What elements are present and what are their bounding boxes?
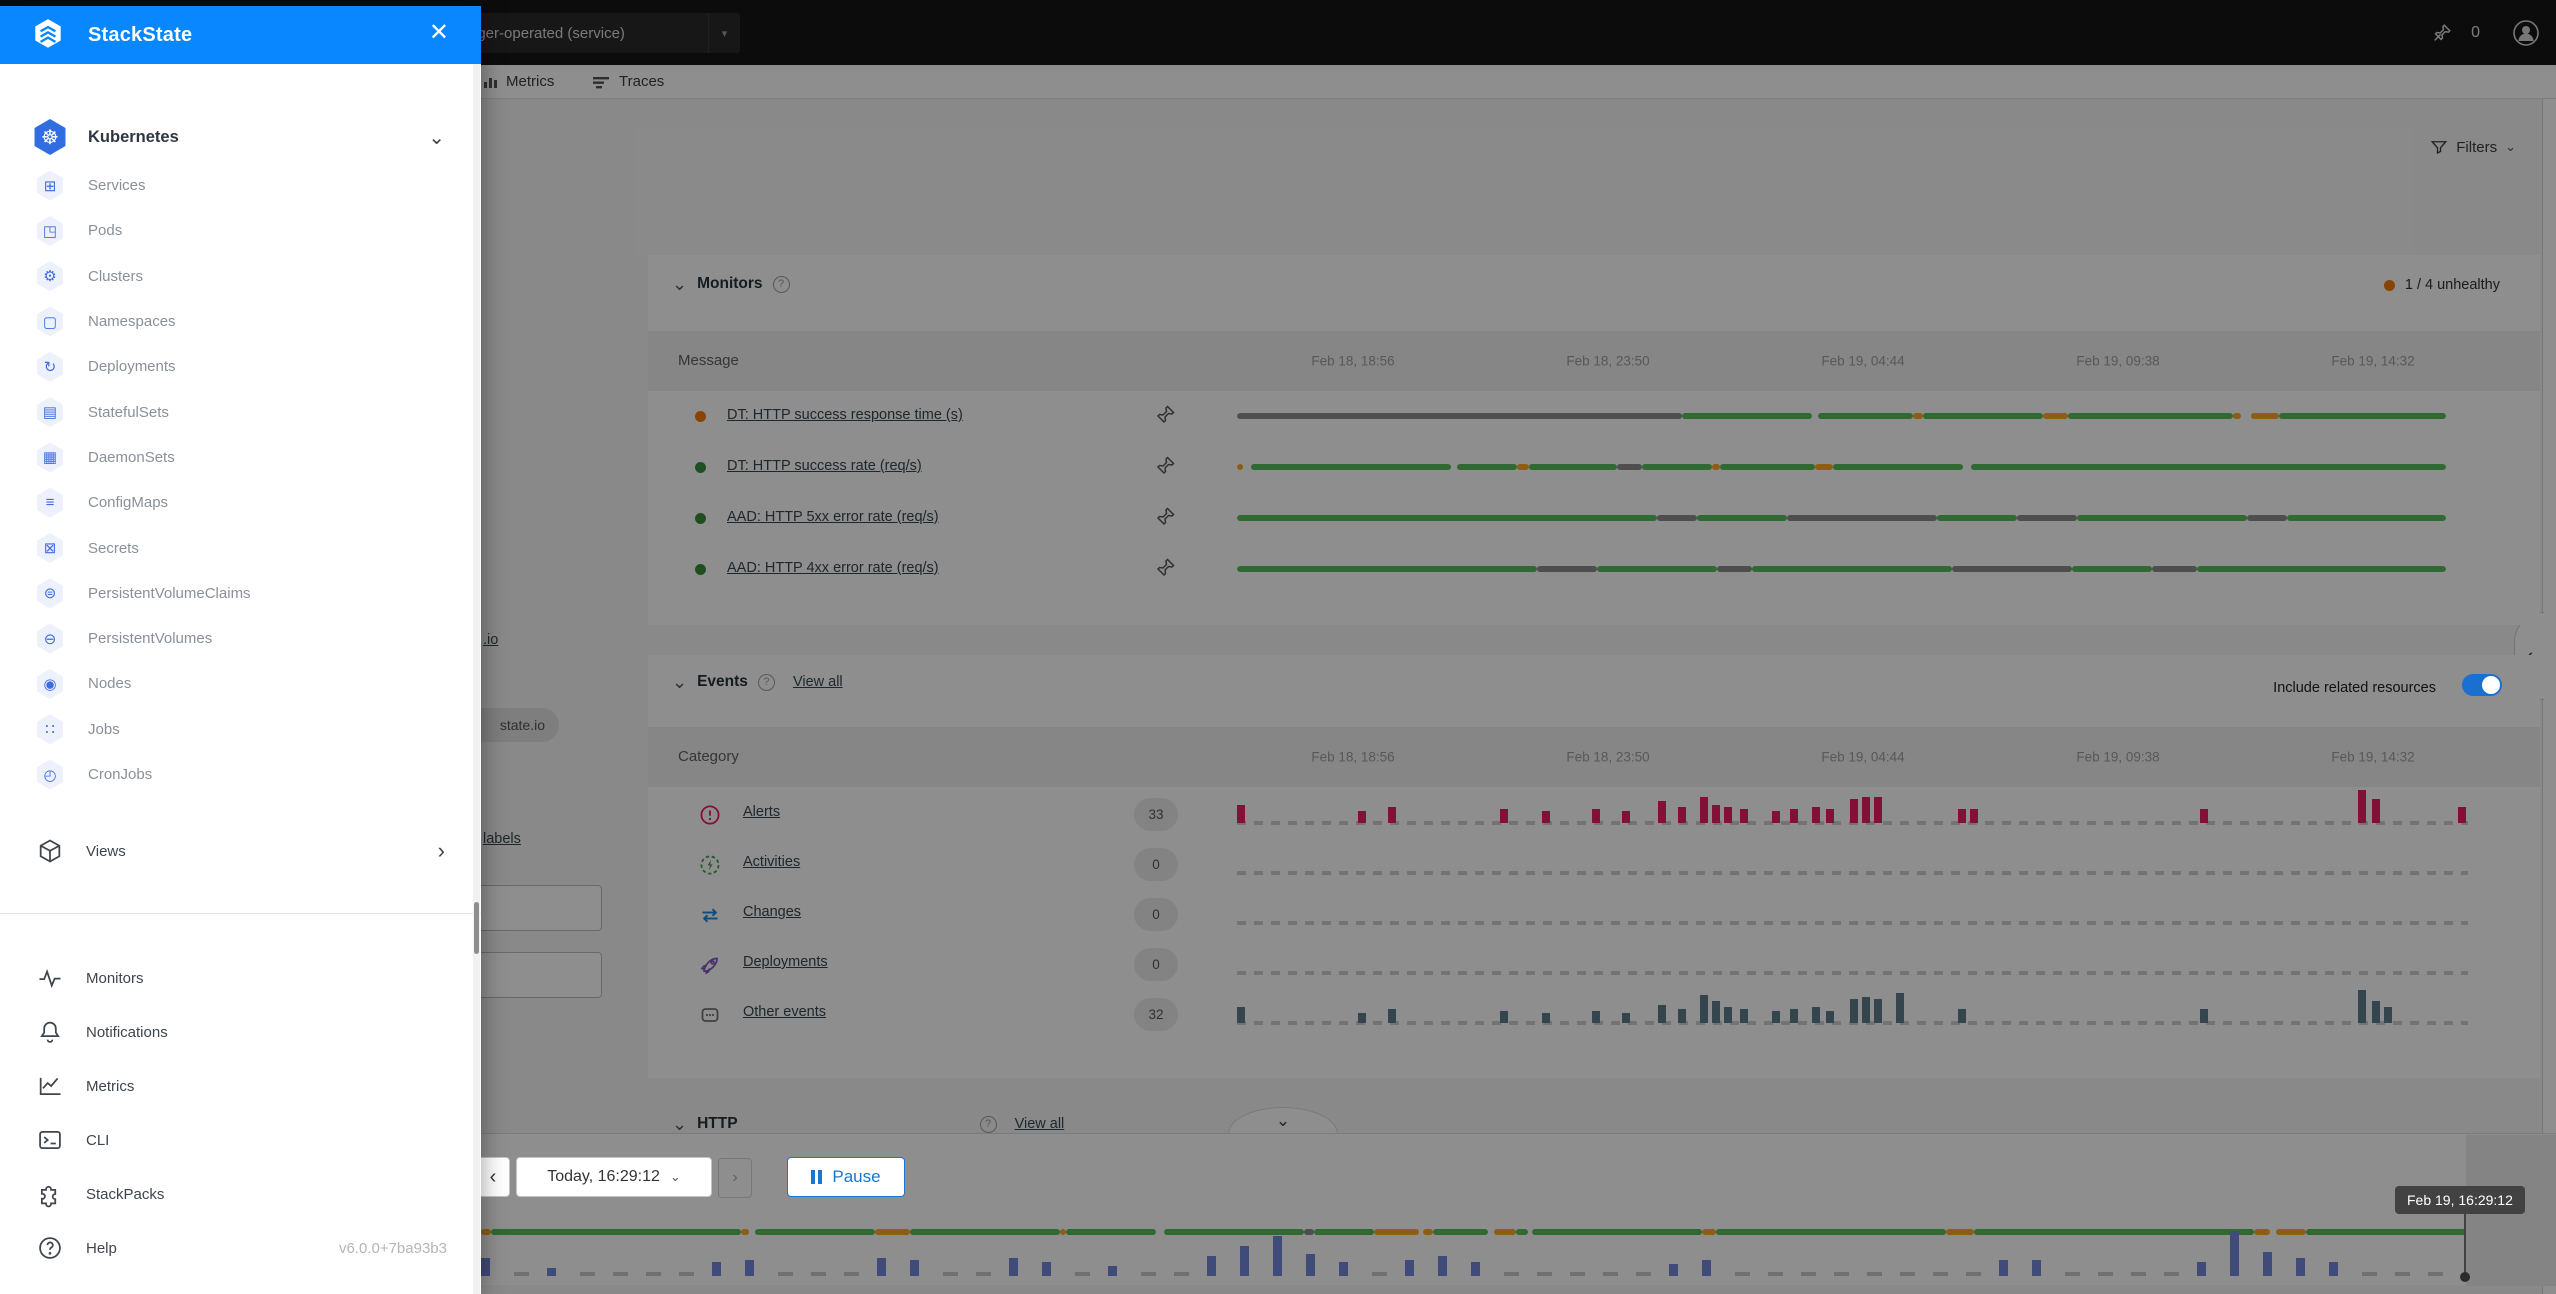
sidebar-item-label: CronJobs — [88, 766, 152, 783]
sidebar-item-cronjobs[interactable]: ◴ CronJobs — [0, 752, 481, 797]
configmaps-icon: ≡ — [35, 488, 65, 518]
sidebar-item-label: PersistentVolumes — [88, 630, 212, 647]
drawer-divider — [0, 913, 481, 914]
sidebar-item-pods[interactable]: ◳ Pods — [0, 208, 481, 253]
sidebar-item-deployments[interactable]: ↻ Deployments — [0, 344, 481, 389]
help-circle-icon — [36, 1234, 64, 1262]
sidebar-item-label: Clusters — [88, 268, 143, 285]
sidebar-item-label: Secrets — [88, 540, 139, 557]
sidebar-item-label: PersistentVolumeClaims — [88, 585, 251, 602]
statefulsets-icon: ▤ — [35, 397, 65, 427]
chevron-left-icon: ‹ — [490, 1166, 497, 1189]
sidebar-item-persistentvolumeclaims[interactable]: ⊜ PersistentVolumeClaims — [0, 571, 481, 616]
version-label: v6.0.0+7ba93b3 — [339, 1240, 447, 1257]
sidebar-item-label: Pods — [88, 222, 122, 239]
now-marker-dot[interactable] — [2460, 1272, 2470, 1282]
chevron-right-icon: › — [438, 838, 445, 864]
sidebar-item-persistentvolumes[interactable]: ⊖ PersistentVolumes — [0, 616, 481, 661]
now-tooltip-text: Feb 19, 16:29:12 — [2407, 1192, 2513, 1208]
drawer-title: StackState — [88, 24, 192, 47]
sidebar-item-nodes[interactable]: ◉ Nodes — [0, 661, 481, 706]
close-icon[interactable]: ✕ — [429, 18, 449, 48]
nodes-icon: ◉ — [35, 669, 65, 699]
cronjobs-icon: ◴ — [35, 760, 65, 790]
sidebar-item-label: Notifications — [86, 1024, 168, 1041]
now-tooltip: Feb 19, 16:29:12 — [2395, 1186, 2525, 1214]
sidebar-item-label: DaemonSets — [88, 449, 175, 466]
sidebar-item-daemonsets[interactable]: ▦ DaemonSets — [0, 435, 481, 480]
sidebar-item-label: Deployments — [88, 358, 176, 375]
pause-label: Pause — [832, 1167, 880, 1187]
sidebar-item-help[interactable]: Help v6.0.0+7ba93b3 — [0, 1221, 481, 1275]
chevron-down-icon: ⌄ — [670, 1169, 681, 1185]
time-select-label: Today, 16:29:12 — [547, 1168, 660, 1186]
terminal-icon — [36, 1126, 64, 1154]
pause-icon — [811, 1170, 822, 1184]
sidebar-item-statefulsets[interactable]: ▤ StatefulSets — [0, 390, 481, 435]
jobs-icon: ∷ — [35, 714, 65, 744]
stackstate-logo — [30, 17, 66, 53]
kubernetes-icon: ☸ — [32, 119, 68, 155]
include-related-resources-toggle[interactable] — [2462, 674, 2502, 696]
sidebar-item-label: Metrics — [86, 1078, 134, 1095]
puzzle-icon — [36, 1180, 64, 1208]
toggle-knob — [2482, 676, 2500, 694]
time-select-button[interactable]: Today, 16:29:12 ⌄ — [516, 1157, 712, 1197]
sidebar-item-kubernetes[interactable]: ☸ Kubernetes ⌄ — [0, 111, 481, 163]
sidebar-item-jobs[interactable]: ∷ Jobs — [0, 707, 481, 752]
sidebar-item-label: ConfigMaps — [88, 494, 168, 511]
sidebar-item-metrics[interactable]: Metrics — [0, 1059, 481, 1113]
pods-icon: ◳ — [35, 216, 65, 246]
sidebar-item-label: Views — [86, 843, 126, 860]
bell-icon — [36, 1018, 64, 1046]
sidebar-item-label: StatefulSets — [88, 404, 169, 421]
sidebar-item-cli[interactable]: CLI — [0, 1113, 481, 1167]
now-marker-line — [2464, 1214, 2466, 1276]
sidebar-item-label: Monitors — [86, 970, 144, 987]
namespaces-icon: ▢ — [35, 307, 65, 337]
sidebar-item-notifications[interactable]: Notifications — [0, 1005, 481, 1059]
sidebar-item-stackpacks[interactable]: StackPacks — [0, 1167, 481, 1221]
sidebar-item-label: Help — [86, 1240, 117, 1257]
monitors-pulse-icon — [36, 964, 64, 992]
pause-button[interactable]: Pause — [787, 1157, 905, 1197]
time-prev-button[interactable]: ‹ — [476, 1157, 510, 1197]
persistentvolumeclaims-icon: ⊜ — [35, 578, 65, 608]
sidebar-item-label: StackPacks — [86, 1186, 164, 1203]
sidebar-item-label: Services — [88, 177, 146, 194]
drawer-scrollbar-thumb[interactable] — [474, 902, 479, 954]
sidebar-item-secrets[interactable]: ⊠ Secrets — [0, 525, 481, 570]
persistentvolumes-icon: ⊖ — [35, 624, 65, 654]
sidebar-item-label: CLI — [86, 1132, 109, 1149]
sidebar-item-views[interactable]: Views › — [0, 826, 481, 876]
sidebar-item-clusters[interactable]: ⚙ Clusters — [0, 254, 481, 299]
secrets-icon: ⊠ — [35, 533, 65, 563]
deployments-icon: ↻ — [35, 352, 65, 382]
drawer-header: StackState ✕ — [0, 6, 481, 64]
sidebar-item-label: Jobs — [88, 721, 120, 738]
views-cube-icon — [36, 837, 64, 865]
chart-line-icon — [36, 1072, 64, 1100]
clusters-icon: ⚙ — [35, 261, 65, 291]
sidebar-item-monitors[interactable]: Monitors — [0, 951, 481, 1005]
chevron-down-icon: ⌄ — [428, 125, 445, 150]
sidebar-item-configmaps[interactable]: ≡ ConfigMaps — [0, 480, 481, 525]
sidebar-item-label: Namespaces — [88, 313, 176, 330]
sidebar-item-services[interactable]: ⊞ Services — [0, 163, 481, 208]
sidebar-item-label: Nodes — [88, 675, 131, 692]
sidebar-item-namespaces[interactable]: ▢ Namespaces — [0, 299, 481, 344]
services-icon: ⊞ — [35, 171, 65, 201]
sidebar-item-label: Kubernetes — [88, 128, 179, 147]
daemonsets-icon: ▦ — [35, 442, 65, 472]
main-menu-drawer: StackState ✕ ☸ Kubernetes ⌄ Views › Moni… — [0, 6, 481, 1294]
